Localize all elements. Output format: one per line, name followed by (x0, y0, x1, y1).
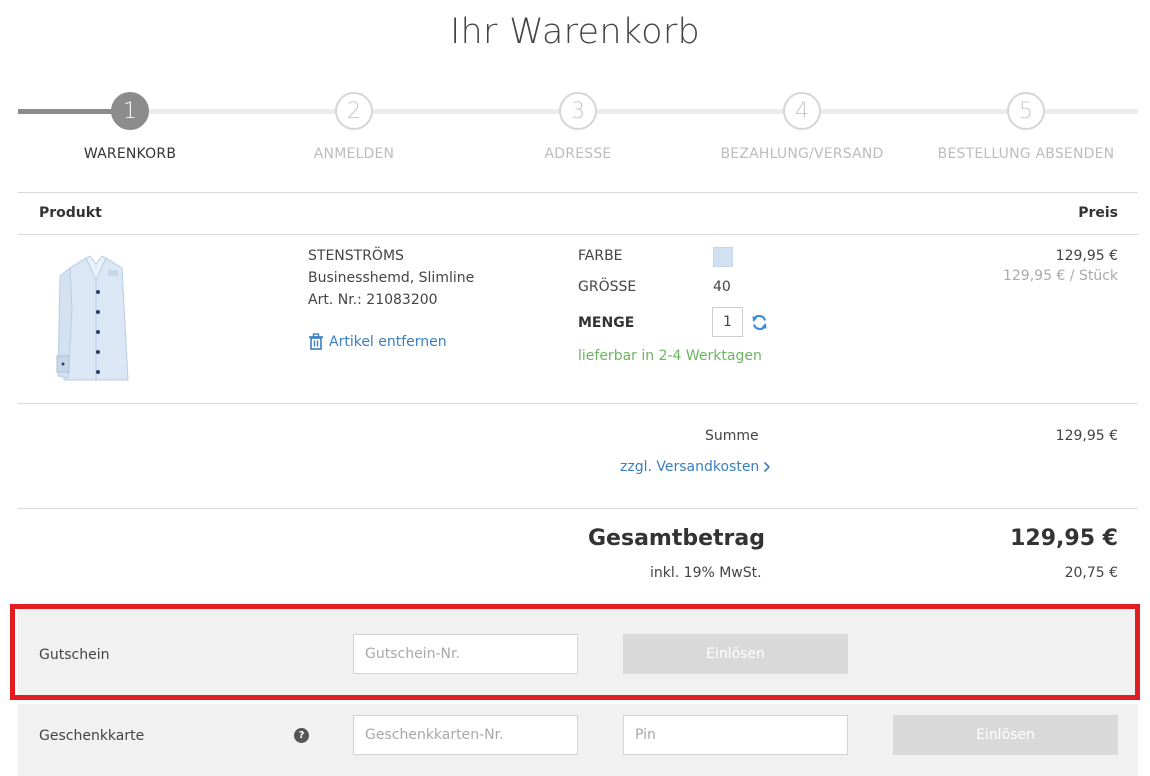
column-header-product: Produkt (39, 205, 102, 221)
giftcard-number-input[interactable] (353, 715, 578, 755)
color-label: FARBE (578, 248, 623, 264)
refresh-icon[interactable] (751, 314, 768, 331)
step-adresse[interactable]: 3 ADRESSE (458, 92, 698, 162)
step-number: 1 (111, 92, 149, 130)
shipping-costs-link[interactable]: zzgl. Versandkosten (620, 459, 771, 475)
step-number: 5 (1007, 92, 1045, 130)
step-label: BEZAHLUNG/VERSAND (720, 146, 884, 162)
item-price: 129,95 € (1055, 248, 1118, 264)
size-label: GRÖSSE (578, 279, 637, 295)
step-warenkorb[interactable]: 1 WARENKORB (10, 92, 250, 162)
total-label: Gesamtbetrag (588, 526, 765, 551)
chevron-right-icon (764, 461, 771, 473)
remove-item-link[interactable]: Artikel entfernen (308, 333, 447, 350)
total-value: 129,95 € (1010, 526, 1118, 551)
divider (18, 234, 1138, 235)
step-label: WARENKORB (83, 146, 177, 162)
step-bestellung-absenden[interactable]: 5 BESTELLUNG ABSENDEN (906, 92, 1146, 162)
step-label: ANMELDEN (313, 146, 395, 162)
giftcard-redeem-button[interactable]: Einlösen (893, 715, 1118, 755)
item-unit-price: 129,95 € / Stück (1002, 268, 1118, 284)
giftcard-pin-input[interactable] (623, 715, 848, 755)
product-article-number: Art. Nr.: 21083200 (308, 292, 438, 308)
step-bezahlung-versand[interactable]: 4 BEZAHLUNG/VERSAND (682, 92, 922, 162)
remove-item-label: Artikel entfernen (329, 333, 447, 350)
divider (18, 403, 1138, 404)
step-number: 3 (559, 92, 597, 130)
product-name: Businesshemd, Slimline (308, 270, 475, 286)
step-anmelden[interactable]: 2 ANMELDEN (234, 92, 474, 162)
highlight-frame (10, 604, 1140, 700)
giftcard-label: Geschenkkarte (39, 728, 145, 744)
shipping-costs-label: zzgl. Versandkosten (620, 459, 760, 475)
step-number: 2 (335, 92, 373, 130)
step-number: 4 (783, 92, 821, 130)
vat-value: 20,75 € (1064, 565, 1118, 581)
divider (18, 192, 1138, 193)
column-header-price: Preis (1078, 205, 1118, 221)
page-title: Ihr Warenkorb (449, 12, 701, 52)
size-value: 40 (713, 279, 731, 295)
help-icon[interactable]: ? (294, 728, 309, 743)
quantity-label: MENGE (578, 315, 635, 331)
step-label: BESTELLUNG ABSENDEN (937, 146, 1115, 162)
color-swatch (713, 247, 733, 267)
quantity-input[interactable] (712, 307, 743, 337)
product-shirt-image[interactable] (48, 250, 144, 386)
sum-label: Summe (705, 428, 759, 444)
availability-status: lieferbar in 2-4 Werktagen (578, 348, 762, 364)
sum-value: 129,95 € (1055, 428, 1118, 444)
trash-icon (309, 333, 323, 350)
step-label: ADRESSE (544, 146, 612, 162)
divider (18, 508, 1138, 509)
vat-label: inkl. 19% MwSt. (650, 565, 762, 581)
product-brand: STENSTRÖMS (308, 248, 404, 264)
